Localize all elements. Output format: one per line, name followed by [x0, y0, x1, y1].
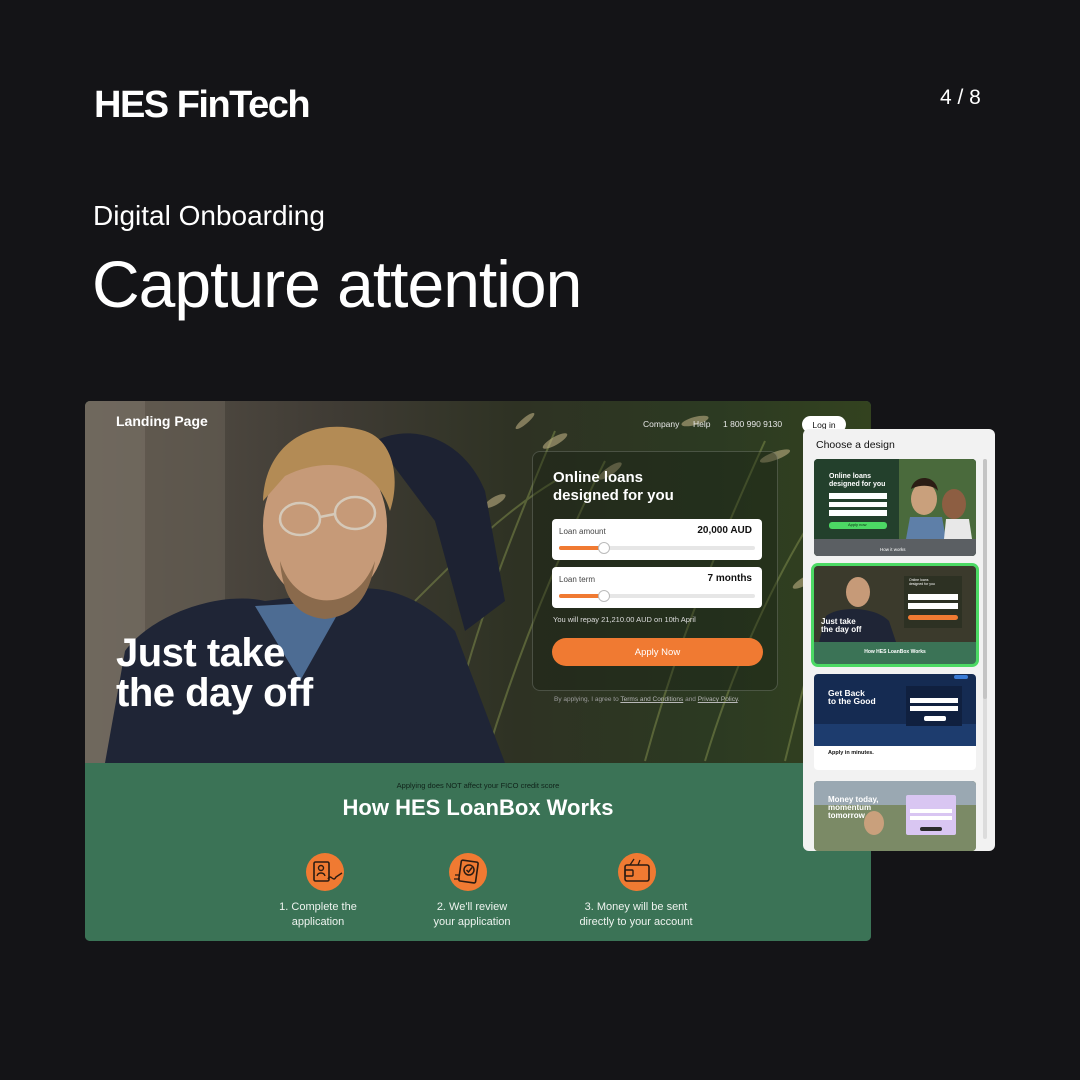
design-1-title: Online loans designed for you	[829, 473, 885, 489]
privacy-link[interactable]: Privacy Policy	[698, 696, 738, 703]
loan-term-handle[interactable]	[598, 590, 611, 602]
form-title-line1: Online loans	[553, 469, 644, 486]
design-option-4[interactable]: Money today, momentum tomorrow	[814, 781, 976, 851]
step-1-line1: 1. Complete the	[279, 901, 357, 913]
design-option-2[interactable]: Online loans designed for you Just take t…	[814, 566, 976, 664]
nav-company[interactable]: Company	[643, 419, 679, 429]
step-1: 1. Complete the application	[243, 900, 393, 930]
hero-title: Just take the day off	[116, 633, 313, 713]
design-4-title: Money today, momentum tomorrow	[828, 796, 879, 820]
design-3-sub: Apply in minutes.	[828, 750, 874, 756]
loan-term-value: 7 months	[707, 573, 752, 584]
terms-and: and	[685, 696, 696, 703]
nav-phone[interactable]: 1 800 990 9130	[723, 419, 782, 429]
how-it-works-section: Applying does NOT affect your FICO credi…	[85, 763, 871, 941]
design-option-1[interactable]: Online loans designed for you Apply now …	[814, 459, 976, 556]
terms-prefix: By applying, I agree to	[554, 696, 619, 703]
signature-document-icon	[306, 853, 344, 891]
step-2: 2. We'll review your application	[397, 900, 547, 930]
loan-term-label: Loan term	[559, 575, 596, 584]
hero-section: Landing Page Company Help 1 800 990 9130…	[85, 401, 871, 763]
landing-page-preview: Landing Page Company Help 1 800 990 9130…	[85, 401, 871, 941]
how-title: How HES LoanBox Works	[342, 795, 614, 820]
page-counter: 4 / 8	[940, 86, 981, 109]
repay-summary: You will repay 21,210.00 AUD on 10th Apr…	[553, 615, 696, 624]
loan-amount-value: 20,000 AUD	[697, 525, 752, 536]
page-headline: Capture attention	[92, 247, 582, 321]
loan-amount-slider[interactable]: Loan amount 20,000 AUD	[552, 519, 762, 560]
apply-now-button[interactable]: Apply Now	[552, 638, 763, 666]
design-option-3[interactable]: Get Back to the Good Apply in minutes.	[814, 674, 976, 770]
form-title-line2: designed for you	[553, 487, 674, 504]
loan-amount-label: Loan amount	[559, 527, 606, 536]
nav-help[interactable]: Help	[693, 419, 710, 429]
landing-logo[interactable]: Landing Page	[116, 413, 208, 429]
loan-form: Online loans designed for you Loan amoun…	[532, 451, 778, 703]
chooser-scroll-thumb[interactable]	[983, 459, 987, 699]
step-3: 3. Money will be sent directly to your a…	[556, 900, 716, 930]
fico-note: Applying does NOT affect your FICO credi…	[396, 781, 560, 790]
wallet-icon	[618, 853, 656, 891]
design-3-title-line2: to the Good	[828, 696, 876, 706]
step-2-line2: your application	[433, 916, 511, 928]
design-4-title-line3: tomorrow	[828, 811, 865, 820]
brand-logo: HES FinTech	[94, 84, 311, 126]
design-3-title: Get Back to the Good	[828, 689, 876, 706]
step-1-line2: application	[291, 916, 345, 928]
step-3-line1: 3. Money will be sent	[584, 901, 688, 913]
design-2-form-title: Online loans designed for you	[909, 578, 935, 586]
design-1-title-line1: Online loans	[829, 473, 872, 480]
design-2-title: Just take the day off	[821, 618, 861, 634]
design-1-cta: Apply now	[848, 522, 867, 527]
design-1-title-line2: designed for you	[829, 481, 886, 488]
step-2-line1: 2. We'll review	[436, 901, 508, 913]
hero-title-line1: Just take	[116, 631, 285, 675]
loan-term-slider[interactable]: Loan term 7 months	[552, 567, 762, 608]
terms-notice: By applying, I agree to Terms and Condit…	[554, 696, 740, 703]
design-2-foot: How HES LoanBox Works	[864, 649, 926, 655]
hero-title-line2: the day off	[116, 671, 313, 715]
review-checkmark-icon	[449, 853, 487, 891]
terms-link[interactable]: Terms and Conditions	[620, 696, 683, 703]
form-title: Online loans designed for you	[553, 469, 674, 505]
design-2-title-line2: the day off	[821, 625, 862, 634]
section-eyebrow: Digital Onboarding	[93, 200, 325, 231]
design-1-foot: How it works	[880, 547, 906, 552]
loan-amount-handle[interactable]	[598, 542, 611, 554]
chooser-title: Choose a design	[816, 439, 895, 451]
step-3-line2: directly to your account	[579, 916, 693, 928]
design-chooser-panel: Choose a design Online loans designed fo…	[803, 429, 995, 851]
